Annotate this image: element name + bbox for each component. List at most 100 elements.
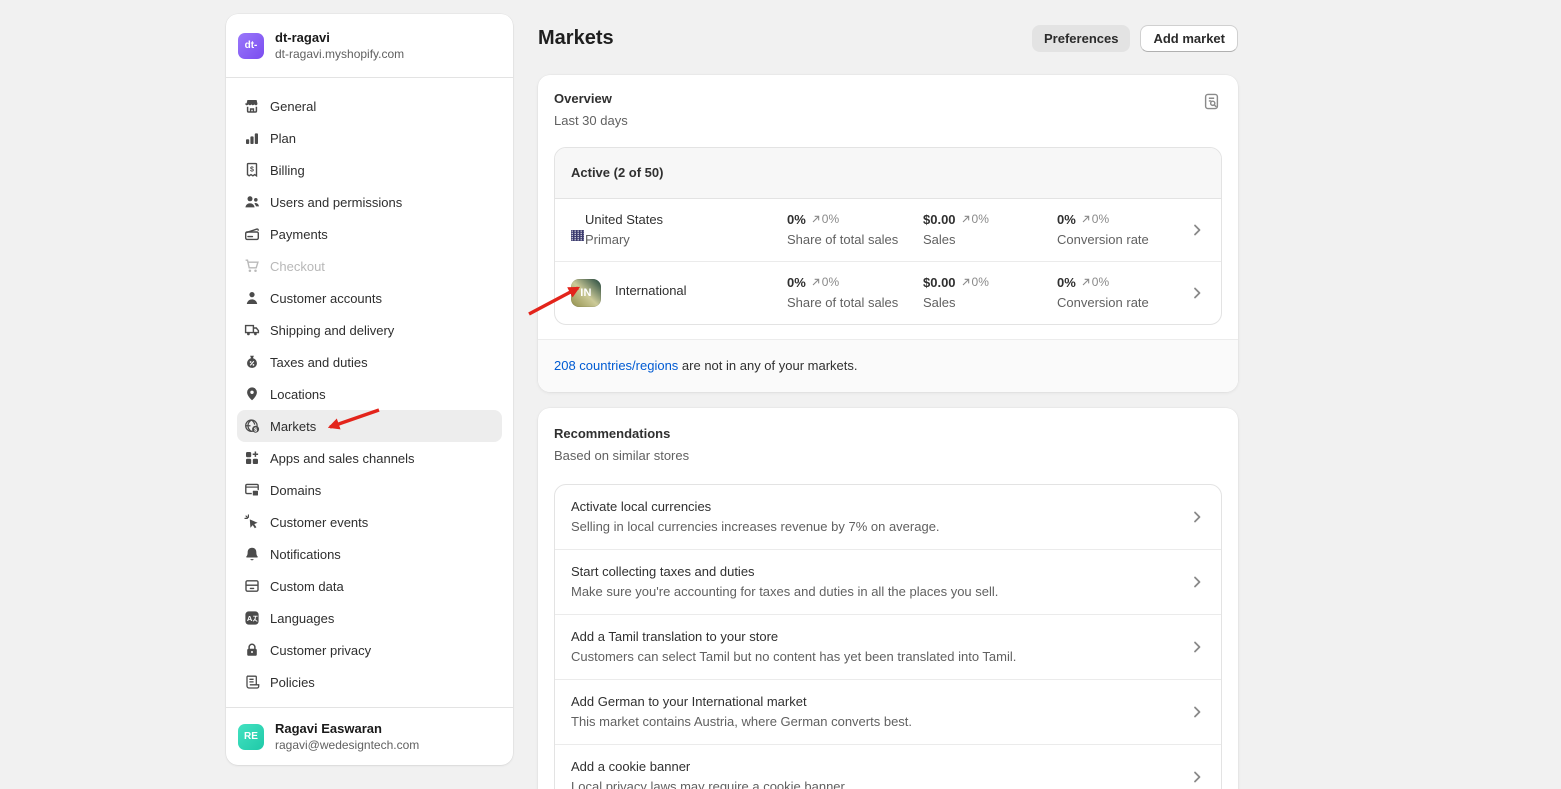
sidebar-item-plan[interactable]: Plan	[237, 122, 502, 154]
location-pin-icon	[244, 386, 260, 402]
sidebar-item-label: Domains	[270, 483, 321, 498]
sidebar-item-policies[interactable]: Policies	[237, 666, 502, 698]
sidebar-item-label: Taxes and duties	[270, 355, 368, 370]
stat-value: 0%	[787, 212, 806, 228]
page-title: Markets	[538, 27, 614, 50]
settings-sidebar: dt- dt-ragavi dt-ragavi.myshopify.com Ge…	[226, 14, 513, 765]
trend-up-icon	[811, 214, 821, 224]
sidebar-item-languages[interactable]: A Languages	[237, 602, 502, 634]
store-icon	[244, 98, 260, 114]
store-header: dt- dt-ragavi dt-ragavi.myshopify.com	[226, 14, 513, 78]
stat-change: 0%	[811, 275, 839, 289]
trend-up-icon	[961, 277, 971, 287]
sidebar-item-label: Policies	[270, 675, 315, 690]
sidebar-item-checkout[interactable]: Checkout	[237, 250, 502, 282]
market-stat-conversion: 0% 0% Conversion rate	[1057, 275, 1183, 311]
chevron-right-icon	[1189, 769, 1205, 785]
active-markets-table: Active (2 of 50) United States Primary	[554, 147, 1222, 325]
settings-page: dt- dt-ragavi dt-ragavi.myshopify.com Ge…	[0, 0, 1561, 789]
recommendation-description: Customers can select Tamil but no conten…	[571, 649, 1173, 665]
user-name: Ragavi Easwaran	[275, 721, 419, 736]
preferences-button[interactable]: Preferences	[1032, 25, 1130, 52]
sidebar-item-shipping-delivery[interactable]: Shipping and delivery	[237, 314, 502, 346]
sidebar-item-customer-accounts[interactable]: Customer accounts	[237, 282, 502, 314]
store-name: dt-ragavi	[275, 30, 404, 45]
sidebar-item-billing[interactable]: $ Billing	[237, 154, 502, 186]
overview-title: Overview	[554, 91, 628, 107]
storage-box-icon	[244, 578, 260, 594]
market-row[interactable]: IN International 0%	[555, 261, 1221, 324]
stat-label: Conversion rate	[1057, 295, 1183, 311]
users-icon	[244, 194, 260, 210]
sidebar-item-locations[interactable]: Locations	[237, 378, 502, 410]
page-header: Markets Preferences Add market	[538, 24, 1238, 52]
sidebar-item-apps-sales-channels[interactable]: Apps and sales channels	[237, 442, 502, 474]
sidebar-item-users-permissions[interactable]: Users and permissions	[237, 186, 502, 218]
user-avatar: RE	[238, 724, 264, 750]
sidebar-item-label: Custom data	[270, 579, 344, 594]
recommendation-description: This market contains Austria, where Germ…	[571, 714, 1173, 730]
settings-nav: General Plan $ Billing Users and permiss…	[226, 78, 513, 707]
recommendations-subtitle: Based on similar stores	[554, 448, 1222, 464]
chevron-right-icon	[1189, 574, 1205, 590]
trend-up-icon	[811, 277, 821, 287]
cursor-click-icon	[244, 514, 260, 530]
stat-change: 0%	[1081, 212, 1109, 226]
sidebar-item-label: Users and permissions	[270, 195, 402, 210]
trend-up-icon	[1081, 277, 1091, 287]
overview-footer: 208 countries/regions are not in any of …	[538, 339, 1238, 392]
report-search-icon[interactable]	[1202, 91, 1222, 111]
sidebar-item-customer-events[interactable]: Customer events	[237, 506, 502, 538]
lock-icon	[244, 642, 260, 658]
sidebar-item-custom-data[interactable]: Custom data	[237, 570, 502, 602]
market-name-cell: United States Primary	[571, 212, 787, 248]
stat-change: 0%	[961, 275, 989, 289]
market-stat-sales: $0.00 0% Sales	[923, 212, 1057, 248]
chevron-right-icon	[1189, 222, 1205, 238]
sidebar-item-label: Languages	[270, 611, 334, 626]
recommendation-title: Add a Tamil translation to your store	[571, 629, 1173, 645]
markets-main: Markets Preferences Add market Overview …	[538, 0, 1238, 789]
add-market-button[interactable]: Add market	[1140, 25, 1238, 52]
overview-card: Overview Last 30 days Active (2 of 50)	[538, 75, 1238, 392]
billing-icon: $	[244, 162, 260, 178]
document-icon	[244, 674, 260, 690]
sidebar-item-general[interactable]: General	[237, 90, 502, 122]
recommendation-row[interactable]: Add a Tamil translation to your store Cu…	[555, 614, 1221, 679]
stat-label: Sales	[923, 232, 1057, 248]
market-stat-share: 0% 0% Share of total sales	[787, 212, 923, 248]
chevron-right-icon	[1189, 285, 1205, 301]
recommendation-row[interactable]: Add a cookie banner Local privacy laws m…	[555, 744, 1221, 789]
recommendations-card: Recommendations Based on similar stores …	[538, 408, 1238, 789]
plan-icon	[244, 130, 260, 146]
stat-label: Share of total sales	[787, 232, 923, 248]
sidebar-item-taxes-duties[interactable]: Taxes and duties	[237, 346, 502, 378]
domains-icon	[244, 482, 260, 498]
store-avatar: dt-	[238, 33, 264, 59]
active-markets-rows: United States Primary 0% 0%	[555, 199, 1221, 324]
countries-regions-link[interactable]: 208 countries/regions	[554, 358, 678, 373]
globe-dollar-icon: $	[244, 418, 260, 434]
market-name: International	[615, 283, 687, 299]
sidebar-item-label: Shipping and delivery	[270, 323, 394, 338]
sidebar-item-payments[interactable]: Payments	[237, 218, 502, 250]
trend-up-icon	[1081, 214, 1091, 224]
market-row[interactable]: United States Primary 0% 0%	[555, 199, 1221, 261]
sidebar-item-label: Notifications	[270, 547, 341, 562]
apps-icon	[244, 450, 260, 466]
overview-subtitle: Last 30 days	[554, 113, 628, 129]
sidebar-item-markets[interactable]: $ Markets	[237, 410, 502, 442]
bell-icon	[244, 546, 260, 562]
stat-label: Share of total sales	[787, 295, 923, 311]
recommendation-row[interactable]: Activate local currencies Selling in loc…	[555, 485, 1221, 549]
user-email: ragavi@wedesigntech.com	[275, 738, 419, 752]
recommendation-row[interactable]: Add German to your International market …	[555, 679, 1221, 744]
sidebar-item-notifications[interactable]: Notifications	[237, 538, 502, 570]
recommendation-row[interactable]: Start collecting taxes and duties Make s…	[555, 549, 1221, 614]
stat-change: 0%	[811, 212, 839, 226]
cart-icon	[244, 258, 260, 274]
sidebar-item-customer-privacy[interactable]: Customer privacy	[237, 634, 502, 666]
payments-icon	[244, 226, 260, 242]
sidebar-item-label: Payments	[270, 227, 328, 242]
sidebar-item-domains[interactable]: Domains	[237, 474, 502, 506]
